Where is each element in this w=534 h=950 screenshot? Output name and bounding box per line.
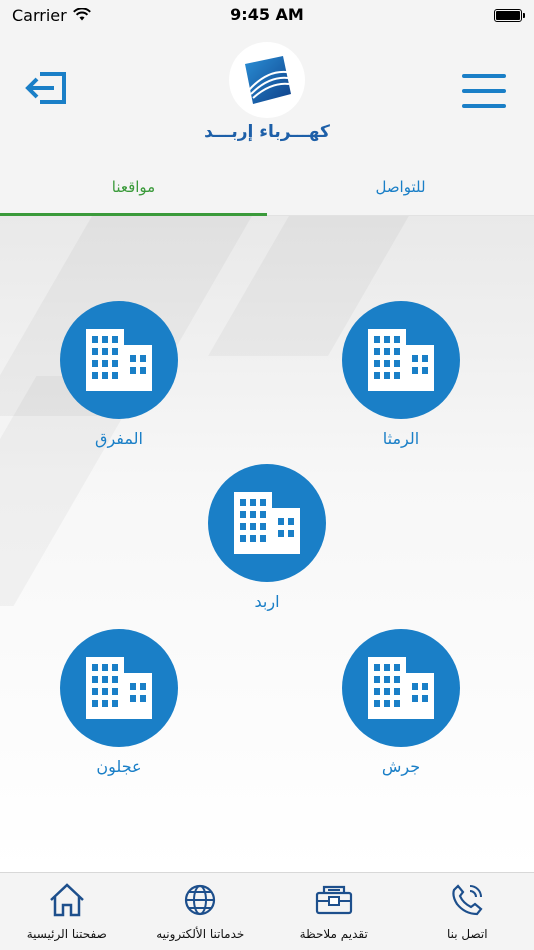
- building-icon: [86, 329, 152, 391]
- branch-mafraq[interactable]: المفرق: [49, 301, 189, 448]
- status-time: 9:45 AM: [230, 5, 304, 24]
- home-icon: [47, 881, 87, 919]
- tab-our-locations[interactable]: مواقعنا: [0, 158, 267, 216]
- status-bar: Carrier 9:45 AM: [0, 0, 534, 30]
- branch-label: اربد: [254, 592, 280, 611]
- building-icon-circle: [208, 464, 326, 582]
- nav-label: صفحتنا الرئيسية: [26, 927, 107, 941]
- phone-icon: [447, 881, 487, 919]
- nav-feedback[interactable]: تقديم ملاحظة: [267, 873, 401, 950]
- menu-line: [462, 89, 506, 93]
- app-header: كهـــرباء إربـــد: [0, 30, 534, 158]
- nav-home[interactable]: صفحتنا الرئيسية: [0, 873, 134, 950]
- building-icon: [234, 492, 300, 554]
- branch-label: المفرق: [95, 429, 143, 448]
- nav-services[interactable]: خدماتنا الألكترونيه: [134, 873, 268, 950]
- battery-level: [496, 10, 520, 20]
- building-icon-circle: [60, 629, 178, 747]
- branch-jerash[interactable]: جرش: [331, 629, 471, 776]
- nav-contact[interactable]: اتصل بنا: [401, 873, 534, 950]
- company-name: كهـــرباء إربـــد: [204, 122, 330, 142]
- battery-icon: [494, 8, 525, 22]
- branch-label: الرمثا: [382, 429, 420, 448]
- menu-line: [462, 104, 506, 108]
- nav-label: خدماتنا الألكترونيه: [156, 927, 245, 941]
- branch-label: عجلون: [96, 757, 142, 776]
- company-logo-icon: [245, 56, 291, 104]
- tab-bar: مواقعنا للتواصل: [0, 158, 534, 216]
- branch-ajloun[interactable]: عجلون: [49, 629, 189, 776]
- nav-label: اتصل بنا: [446, 927, 488, 941]
- tab-contact[interactable]: للتواصل: [267, 158, 534, 215]
- branch-ramtha[interactable]: الرمثا: [331, 301, 471, 448]
- building-icon-circle: [342, 629, 460, 747]
- branch-label: جرش: [381, 757, 421, 776]
- hamburger-menu-icon: [462, 74, 506, 78]
- building-icon: [368, 657, 434, 719]
- building-icon: [368, 329, 434, 391]
- feedback-icon: [314, 881, 354, 919]
- tab-label: للتواصل: [375, 177, 426, 196]
- nav-label: تقديم ملاحظة: [299, 927, 368, 941]
- menu-button[interactable]: [462, 74, 506, 108]
- tab-label: مواقعنا: [111, 177, 156, 196]
- branch-irbid[interactable]: اربد: [197, 464, 337, 611]
- building-icon: [86, 657, 152, 719]
- building-icon-circle: [60, 301, 178, 419]
- logout-icon: [25, 72, 66, 104]
- logout-button[interactable]: [24, 68, 68, 108]
- globe-icon: [180, 881, 220, 919]
- bottom-navigation: صفحتنا الرئيسية خدماتنا الألكترونيه تقدي…: [0, 872, 534, 950]
- company-logo: [229, 42, 305, 118]
- branches-area: المفرق الرمثا اربد عجلون جرش: [0, 216, 534, 872]
- building-icon-circle: [342, 301, 460, 419]
